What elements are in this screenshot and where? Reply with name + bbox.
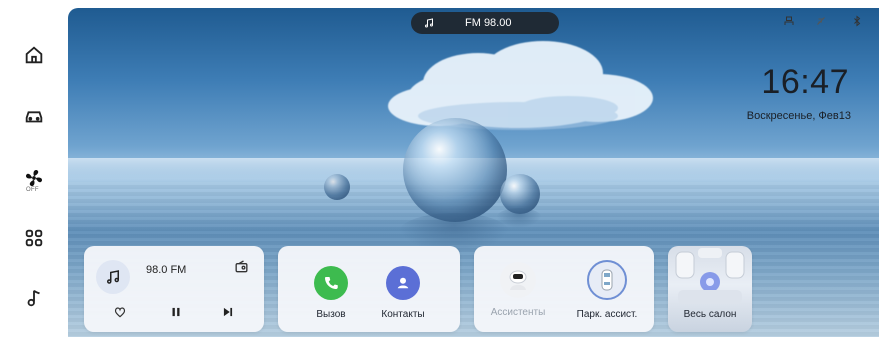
next-track-icon [223, 307, 233, 317]
next-button[interactable] [218, 302, 238, 322]
now-playing-pill[interactable]: FM 98.00 [411, 12, 559, 34]
cabin-widget[interactable]: Весь салон [668, 246, 752, 332]
robot-assistant-icon [500, 262, 536, 298]
clock-time: 16:47 [761, 63, 849, 101]
music-note-icon [107, 270, 119, 284]
fan-icon [25, 169, 43, 187]
media-source-button[interactable] [96, 260, 130, 294]
signal-off-icon [814, 14, 828, 28]
cloud-image [388, 41, 653, 130]
heart-icon [114, 307, 126, 318]
media-widget[interactable]: 98.0 FM [84, 246, 264, 332]
assistants-button[interactable]: Ассистенты [480, 262, 556, 318]
music-note-icon [27, 289, 40, 307]
contact-icon [386, 266, 420, 300]
assistants-widget: Ассистенты Парк. ассист. [474, 246, 654, 332]
vehicle-button[interactable] [20, 102, 48, 130]
park-assist-button[interactable]: Парк. ассист. [564, 260, 650, 320]
radio-source-button[interactable] [230, 256, 252, 278]
apps-button[interactable] [20, 224, 48, 252]
glass-sphere-tiny [324, 174, 350, 200]
call-button[interactable]: Вызов [294, 266, 368, 320]
bluetooth-icon [850, 14, 864, 28]
media-button[interactable] [20, 284, 48, 312]
station-label: 98.0 FM [146, 264, 187, 276]
phone-icon [314, 266, 348, 300]
pause-button[interactable] [166, 302, 186, 322]
home-button[interactable] [20, 41, 48, 69]
music-note-icon [421, 15, 437, 31]
call-label: Вызов [316, 309, 346, 320]
fan-status-label: OFF [26, 187, 39, 193]
profile-icon[interactable] [782, 14, 796, 28]
contacts-label: Контакты [381, 309, 425, 320]
contacts-button[interactable]: Контакты [366, 266, 440, 320]
assistants-label: Ассистенты [490, 307, 546, 318]
home-icon [25, 46, 43, 64]
sidebar: OFF [0, 0, 68, 337]
phone-widget: Вызов Контакты [278, 246, 460, 332]
now-playing-label: FM 98.00 [465, 17, 512, 29]
pause-icon [172, 307, 180, 317]
park-assist-icon [587, 260, 627, 300]
clock-date: Воскресенье, Фев13 [746, 110, 851, 122]
radio-icon [235, 260, 247, 273]
car-icon [25, 111, 43, 123]
glass-sphere [403, 118, 507, 222]
park-assist-label: Парк. ассист. [576, 309, 638, 320]
apps-grid-icon [25, 229, 43, 247]
favorite-button[interactable] [110, 302, 130, 322]
cabin-label: Весь салон [683, 309, 737, 320]
